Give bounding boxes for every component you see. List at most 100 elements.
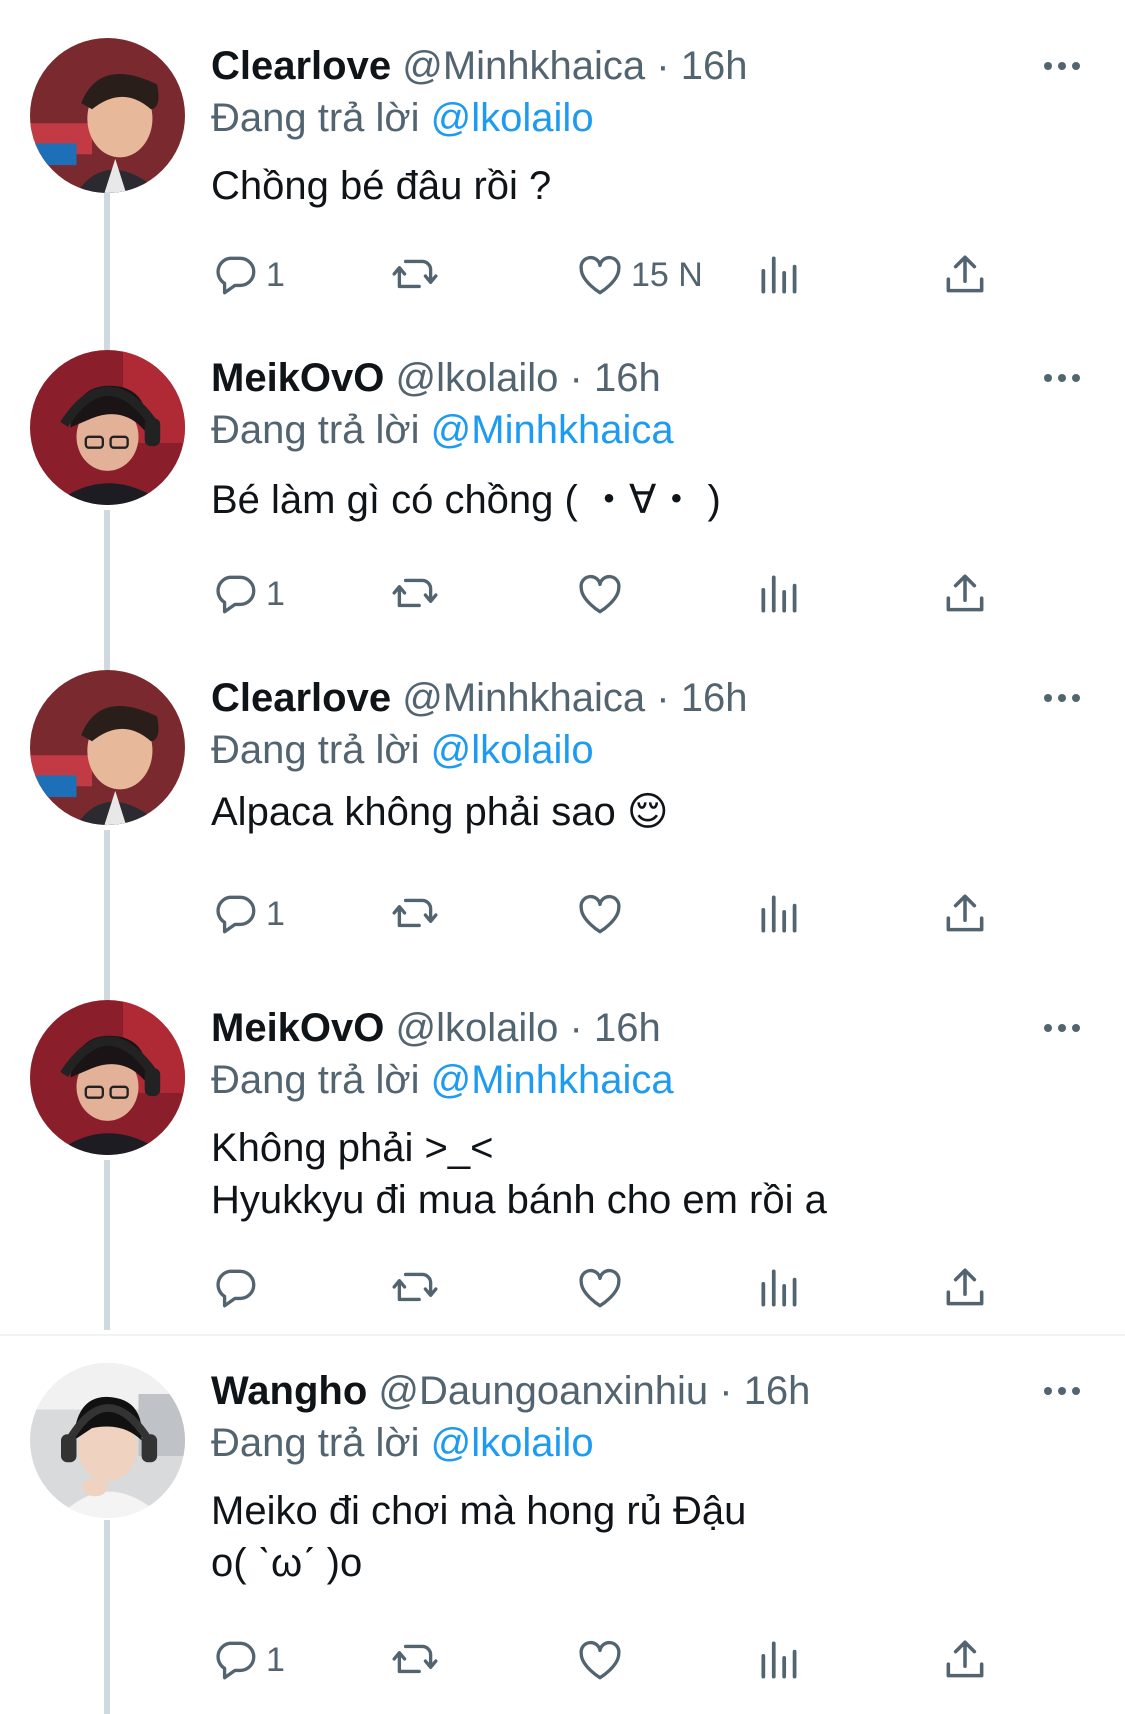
retweet-button[interactable] [390,247,446,303]
reply-icon [216,256,256,295]
share-icon [946,255,984,293]
like-icon [579,255,621,295]
reply-icon [216,575,256,614]
retweet-icon [392,259,438,289]
avatar-clearlove-image [30,670,185,825]
action-bar: 1 [200,1632,1000,1688]
user-handle[interactable]: @Minhkhaica [402,676,645,720]
replying-to-label: Đang trả lời [211,728,420,772]
retweet-button[interactable] [390,886,446,942]
more-icon [1044,62,1080,70]
share-button[interactable] [940,1260,990,1316]
reply-mention-link[interactable]: @lkolailo [431,96,594,140]
tweet-header: Wangho @Daungoanxinhiu · 16h [211,1365,810,1417]
like-icon [579,1268,621,1308]
display-name[interactable]: Clearlove [211,44,391,88]
display-name[interactable]: MeikOvO [211,1006,384,1050]
tweet-text-line: o( ˋωˊ )o [211,1541,363,1585]
tweet-header: Clearlove @Minhkhaica · 16h [211,40,748,92]
more-button[interactable] [1040,356,1084,400]
views-button[interactable] [755,1632,805,1688]
reply-button[interactable] [210,1260,266,1316]
replying-to: Đang trả lời @Minhkhaica [211,1054,674,1106]
replying-to: Đang trả lời @Minhkhaica [211,404,674,456]
more-icon [1044,374,1080,382]
reply-mention-link[interactable]: @Minhkhaica [431,408,674,452]
thread-connector [104,1520,110,1714]
share-button[interactable] [940,1632,990,1688]
reply-mention-link[interactable]: @Minhkhaica [431,1058,674,1102]
retweet-button[interactable] [390,1260,446,1316]
reply-button[interactable]: 1 [210,566,285,622]
reply-mention-link[interactable]: @lkolailo [431,728,594,772]
more-icon [1044,1387,1080,1395]
more-button[interactable] [1040,44,1084,88]
views-button[interactable] [755,886,805,942]
thread-connector [104,1160,110,1330]
reply-button[interactable]: 1 [210,247,285,303]
tweet-text: Bé làm gì có chồng ( ・∀・ ) [211,474,721,526]
avatar-wangho-image [30,1363,185,1518]
replying-to: Đang trả lời @lkolailo [211,724,594,776]
retweet-button[interactable] [390,566,446,622]
display-name[interactable]: MeikOvO [211,356,384,400]
views-button[interactable] [755,566,805,622]
share-button[interactable] [940,566,990,622]
like-button[interactable] [575,1260,631,1316]
separator-dot: · [656,44,670,88]
avatar-meiko-image [30,1000,185,1155]
display-name[interactable]: Clearlove [211,676,391,720]
tweet-text-line: Chồng bé đâu rồi ? [211,164,552,208]
more-button[interactable] [1040,1369,1084,1413]
reply-button[interactable]: 1 [210,1632,285,1688]
separator-dot: · [569,1006,583,1050]
retweet-icon [392,898,438,928]
display-name[interactable]: Wangho [211,1369,367,1413]
reply-mention-link[interactable]: @lkolailo [431,1421,594,1465]
reply-button[interactable]: 1 [210,886,285,942]
timestamp[interactable]: 16h [594,356,661,400]
avatar[interactable] [30,670,185,825]
retweet-button[interactable] [390,1632,446,1688]
tweet-header: MeikOvO @lkolailo · 16h [211,1002,661,1054]
more-button[interactable] [1040,1006,1084,1050]
views-button[interactable] [755,247,805,303]
separator-dot: · [719,1369,733,1413]
replying-to-label: Đang trả lời [211,1421,420,1465]
like-button[interactable]: 15 N [575,247,703,303]
avatar-meiko-image [30,350,185,505]
views-icon [761,895,797,933]
thread-divider [0,1334,1125,1336]
timestamp[interactable]: 16h [681,676,748,720]
user-handle[interactable]: @Daungoanxinhiu [378,1369,708,1413]
thread-connector [104,510,110,670]
avatar[interactable] [30,350,185,505]
share-button[interactable] [940,247,990,303]
views-icon [761,1641,797,1679]
like-button[interactable] [575,886,631,942]
reply-count: 1 [266,1640,285,1679]
share-button[interactable] [940,886,990,942]
avatar[interactable] [30,1000,185,1155]
timestamp[interactable]: 16h [744,1369,811,1413]
action-bar: 1 [200,566,1000,622]
timestamp[interactable]: 16h [594,1006,661,1050]
replying-to: Đang trả lời @lkolailo [211,92,594,144]
more-icon [1044,694,1080,702]
tweet-text: Chồng bé đâu rồi ? [211,160,551,212]
tweet-header: MeikOvO @lkolailo · 16h [211,352,661,404]
avatar[interactable] [30,1363,185,1518]
timestamp[interactable]: 16h [681,44,748,88]
avatar[interactable] [30,38,185,193]
user-handle[interactable]: @lkolailo [396,1006,559,1050]
views-icon [761,575,797,613]
user-handle[interactable]: @lkolailo [396,356,559,400]
like-button[interactable] [575,566,631,622]
like-button[interactable] [575,1632,631,1688]
more-button[interactable] [1040,676,1084,720]
tweet-text: Meiko đi chơi mà hong rủ Đậu o( ˋωˊ )o [211,1485,746,1589]
views-button[interactable] [755,1260,805,1316]
share-icon [946,894,984,932]
user-handle[interactable]: @Minhkhaica [402,44,645,88]
reply-icon [216,1269,256,1308]
